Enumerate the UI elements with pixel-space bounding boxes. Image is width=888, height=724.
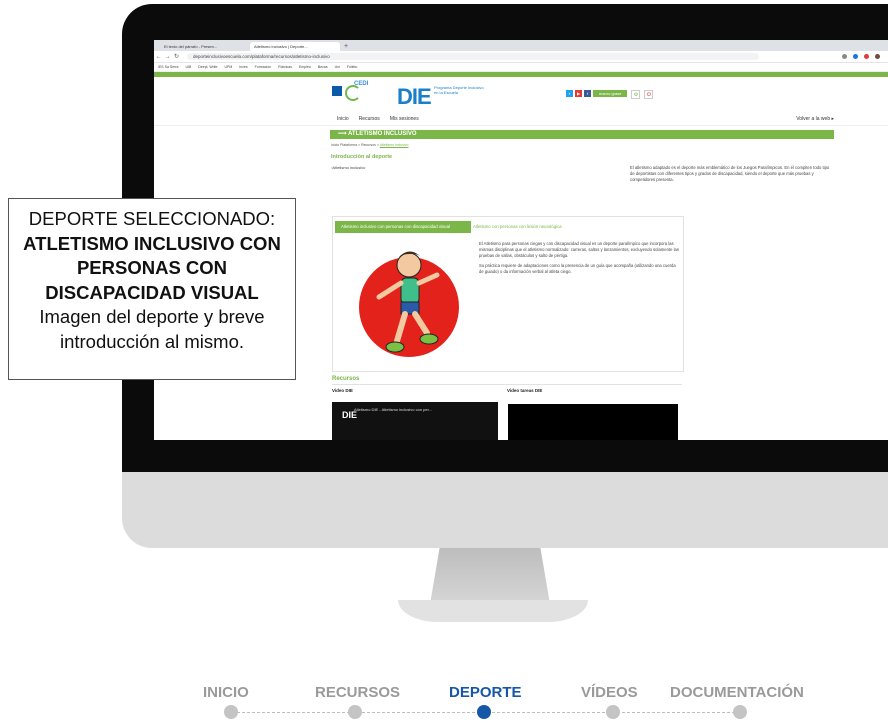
video-tareas-player[interactable] (508, 404, 678, 440)
die-logo[interactable]: DIE (397, 84, 432, 110)
step-label-documentacion[interactable]: DOCUMENTACIÓN (670, 684, 804, 701)
step-dot-recursos[interactable] (348, 705, 362, 719)
bookmark[interactable]: Becas (318, 65, 328, 69)
back-icon[interactable]: ← (154, 54, 163, 60)
die-logo-subtitle: Programa Deporte Inclusivo en la Escuela (434, 85, 484, 95)
callout-description: Imagen del deporte y breve (39, 306, 265, 327)
panel-paragraph-1: El Atletismo para personas ciegas y con … (479, 241, 679, 258)
resources-title: Recursos (332, 376, 682, 385)
video-die-player[interactable]: DIE Atletismo DIE - Atletismo inclusivo … (332, 402, 498, 440)
breadcrumb: Inicio Plataforma > Recursos > Atletismo… (331, 143, 409, 147)
step-dot-deporte[interactable] (477, 705, 491, 719)
bookmark[interactable]: IES Sa Serra (158, 65, 178, 69)
bookmarks-bar: IES Sa Serra UIB Deepl, Write UPM Inves … (154, 63, 888, 72)
running-icon: ⟿ (338, 131, 349, 137)
browser-urlbar: ← → ↻ deporteinclusivoescuela.com/plataf… (154, 51, 888, 63)
monitor-chin (122, 472, 888, 548)
bookmark[interactable]: Uni (335, 65, 340, 69)
user-button[interactable]: mauro.grase (593, 90, 628, 97)
monitor-stand (430, 548, 550, 604)
panel-text: El Atletismo para personas ciegas y con … (479, 241, 679, 275)
cedi-logo-text: CEDI (354, 81, 369, 87)
step-dot-documentacion[interactable] (733, 705, 747, 719)
step-label-recursos[interactable]: RECURSOS (315, 684, 400, 701)
intro-image-alt: ▫Atletismo inclusivo (331, 165, 366, 170)
resources-section: Recursos Video DIE Video tareas DIE DIE … (332, 376, 682, 440)
menu-item-mis-sesiones[interactable]: Mis sesiones (390, 116, 419, 122)
youtube-icon[interactable]: ▶ (575, 90, 582, 97)
site-header: CEDI DIE Programa Deporte Inclusivo en l… (154, 77, 888, 113)
resources-columns: Video DIE Video tareas DIE (332, 388, 682, 393)
volver-link[interactable]: Volver a la web ▸ (796, 116, 834, 122)
step-label-inicio[interactable]: INICIO (203, 684, 249, 701)
settings-icon[interactable]: ⚙ (631, 90, 641, 99)
logout-icon[interactable]: ⏻ (644, 90, 654, 99)
video-die-label: Video DIE (332, 388, 353, 393)
facebook-icon[interactable]: f (584, 90, 591, 97)
star-icon[interactable] (842, 54, 847, 59)
step-dot-inicio[interactable] (224, 705, 238, 719)
extension-icon[interactable] (864, 54, 869, 59)
new-tab-icon[interactable]: + (340, 42, 352, 51)
bookmark[interactable]: Inves (239, 65, 247, 69)
site-menu: Inicio Recursos Mis sesiones Volver a la… (154, 113, 888, 126)
sport-panel: Atletismo inclusivo con personas con dis… (332, 216, 684, 372)
step-label-deporte[interactable]: DEPORTE (449, 684, 522, 701)
bookmark[interactable]: UIB (185, 65, 191, 69)
forward-icon[interactable]: → (163, 54, 172, 60)
info-callout: DEPORTE SELECCIONADO: ATLETISMO INCLUSIV… (8, 198, 296, 380)
bookmark[interactable]: Deepl, Write (198, 65, 217, 69)
step-dot-videos[interactable] (606, 705, 620, 719)
panel-paragraph-2: Su práctica requiere de adaptaciones com… (479, 263, 676, 274)
profile-avatar[interactable] (875, 54, 880, 59)
bookmark[interactable]: Folleto (347, 65, 358, 69)
bookmark[interactable]: Formación (255, 65, 272, 69)
browser-tab-active[interactable]: Atletismo inclusivo | Deporte... (250, 42, 340, 51)
section-title-bar: ⟿ ATLETISMO INCLUSIVO (330, 130, 834, 139)
callout-sport-name: PERSONAS CON (76, 257, 228, 278)
extension-icon[interactable] (853, 54, 858, 59)
tab-discapacidad-visual[interactable]: Atletismo inclusivo con personas con dis… (335, 221, 471, 233)
ministry-logo (332, 86, 342, 96)
tab-lesion-neurologica[interactable]: Atletismo con personas con lesión neurol… (467, 221, 568, 233)
site-page: CEDI DIE Programa Deporte Inclusivo en l… (154, 77, 888, 195)
athlete-illustration (359, 251, 459, 357)
video-tareas-label: Video tareas DIE (507, 388, 543, 393)
bookmark[interactable]: Rúbricas (278, 65, 292, 69)
bookmark[interactable]: UPM (224, 65, 232, 69)
breadcrumb-item[interactable]: Inicio Plataforma (331, 143, 357, 147)
reload-icon[interactable]: ↻ (172, 53, 181, 60)
video-die-logo: DIE (342, 410, 358, 420)
intro-title: Introducción al deporte (331, 154, 393, 160)
intro-text: El atletismo adaptado es el deporte más … (630, 165, 830, 182)
monitor-foot (398, 600, 588, 622)
callout-sport-name: ATLETISMO INCLUSIVO CON (23, 232, 281, 254)
twitter-icon[interactable]: t (566, 90, 573, 97)
bookmark[interactable]: Empleo (299, 65, 311, 69)
callout-description: introducción al mismo. (59, 330, 245, 352)
section-title: ATLETISMO INCLUSIVO (348, 131, 417, 137)
address-bar[interactable]: deporteinclusivoescuela.com/plataforma/r… (187, 53, 759, 60)
callout-heading: DEPORTE SELECCIONADO: (28, 208, 276, 229)
cedi-logo-icon (345, 85, 361, 101)
breadcrumb-item[interactable]: Recursos (361, 143, 376, 147)
step-label-videos[interactable]: VÍDEOS (581, 684, 638, 701)
menu-item-inicio[interactable]: Inicio (337, 116, 349, 122)
header-actions: t ▶ f mauro.grase ⚙ ⏻ (566, 90, 654, 99)
intro-row: ▫Atletismo inclusivo El atletismo adapta… (331, 165, 834, 195)
callout-sport-name: DISCAPACIDAD VISUAL (45, 281, 259, 303)
video-die-title: Atletismo DIE - Atletismo inclusivo con … (354, 407, 433, 412)
breadcrumb-current[interactable]: Atletismo inclusivo (380, 143, 409, 147)
browser-tabbar: El texto del párrafo - Presen... Atletis… (154, 40, 888, 51)
browser-tab[interactable]: El texto del párrafo - Presen... (160, 42, 250, 51)
menu-item-recursos[interactable]: Recursos (359, 116, 380, 122)
